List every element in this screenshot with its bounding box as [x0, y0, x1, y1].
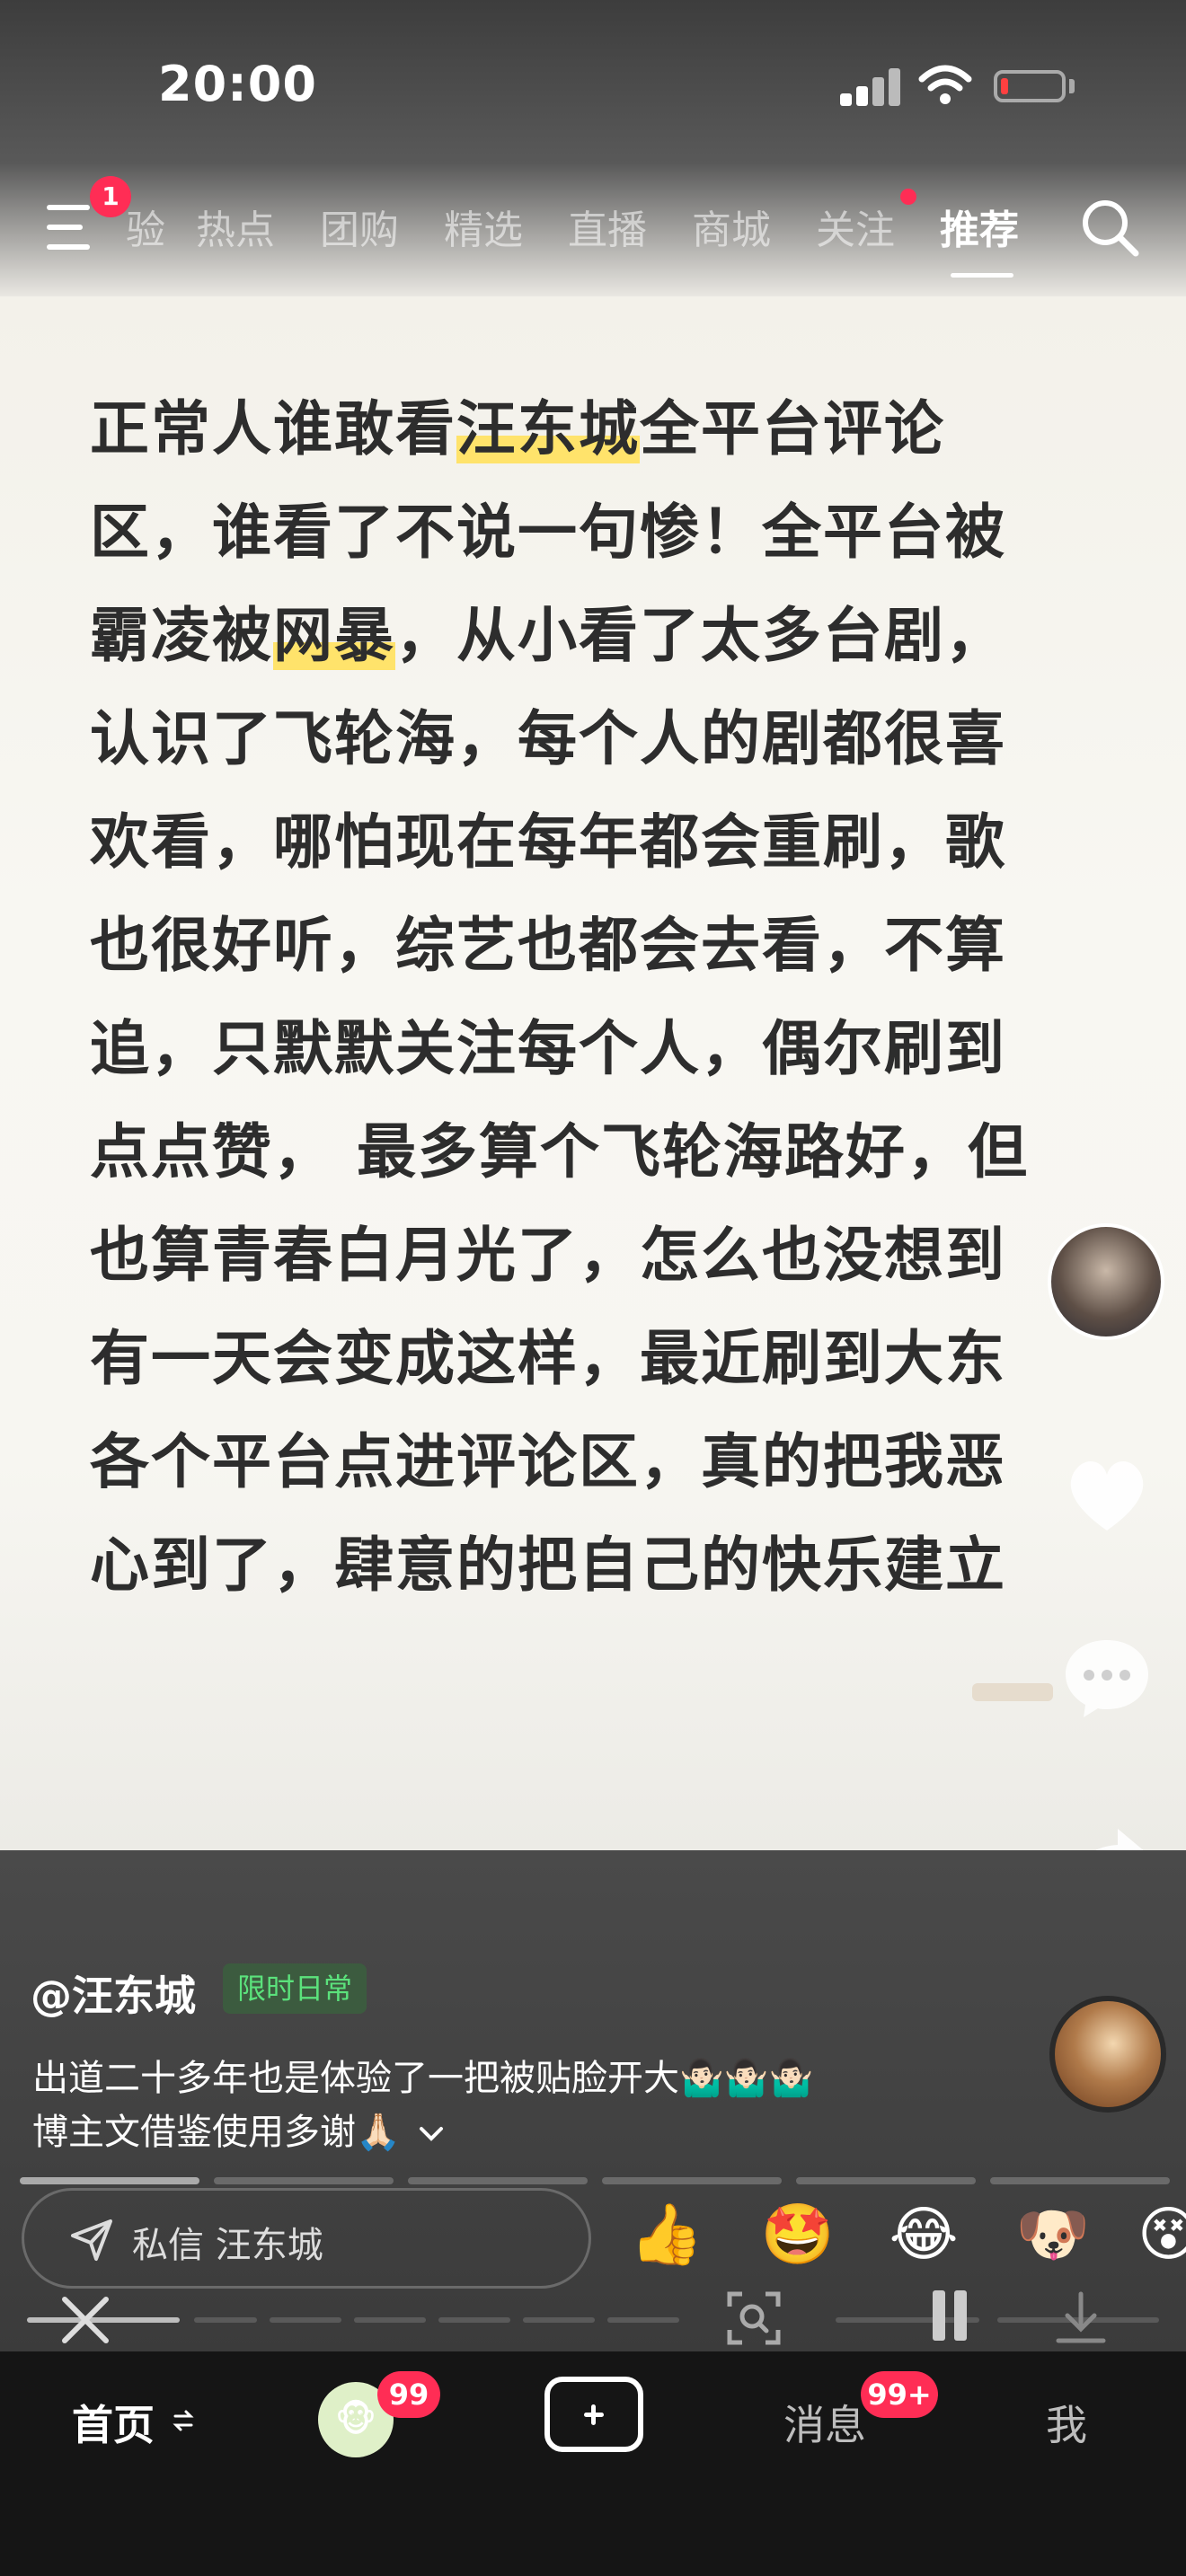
pause-icon[interactable]	[927, 2290, 972, 2344]
active-tab-indicator	[951, 273, 1013, 278]
post-line: 也很好听，综艺也都会去看，不算	[90, 911, 1006, 980]
tab-mall[interactable]: 商城	[692, 198, 771, 255]
download-icon[interactable]	[1051, 2289, 1111, 2348]
menu-button[interactable]	[47, 205, 97, 251]
dm-placeholder: 私信 汪东城	[132, 2225, 323, 2266]
battery-tip	[1069, 79, 1075, 93]
scan-search-icon[interactable]	[724, 2289, 783, 2348]
post-tag[interactable]: 限时日常	[223, 1963, 367, 2014]
status-bar: 20:00	[0, 0, 1186, 171]
dm-input[interactable]: 私信 汪东城	[22, 2188, 591, 2289]
comment-count-blurred	[972, 1683, 1053, 1701]
desc-line-2: 博主文借鉴使用多谢🙏🏻	[32, 2105, 1021, 2159]
tab-featured[interactable]: 精选	[444, 198, 523, 255]
tab-following[interactable]: 关注	[816, 198, 895, 255]
close-icon[interactable]	[54, 2289, 117, 2351]
highlight-name: 汪东城	[456, 394, 640, 463]
author-name[interactable]: @汪东城	[31, 1963, 196, 2023]
post-line: 点点赞， 最多算个飞轮海路好，但	[90, 1117, 1029, 1187]
comment-icon[interactable]	[1060, 1635, 1154, 1721]
post-line: 正常人谁敢看汪东城全平台评论	[90, 394, 945, 463]
search-icon[interactable]	[1078, 196, 1141, 259]
tab-groupbuy[interactable]: 团购	[320, 198, 399, 255]
emoji-doge[interactable]: 🐶	[1015, 2197, 1091, 2272]
heart-icon[interactable]	[1062, 1455, 1152, 1536]
author-avatar[interactable]	[1048, 1223, 1164, 1340]
send-icon	[71, 2219, 112, 2261]
music-disc-avatar[interactable]	[1049, 1996, 1166, 2113]
signal-icon	[840, 65, 903, 106]
tab-messages[interactable]: 消息	[783, 2393, 866, 2452]
create-button[interactable]	[544, 2377, 643, 2452]
emoji-thumbs-up[interactable]: 👍	[629, 2197, 704, 2272]
post-line: 心到了，肆意的把自己的快乐建立	[90, 1531, 1006, 1600]
post-description[interactable]: 出道二十多年也是体验了一把被贴脸开大🤷🏻‍♂️🤷🏻‍♂️🤷🏻‍♂️ 博主文借鉴使…	[32, 2051, 1021, 2159]
emoji-dizzy[interactable]: 😵	[1137, 2197, 1186, 2272]
wifi-icon	[918, 65, 972, 104]
post-line: 认识了飞轮海，每个人的剧都很喜	[90, 704, 1006, 773]
following-dot	[900, 189, 916, 205]
emoji-laughing[interactable]: 😂	[886, 2197, 961, 2272]
post-line: 追，只默默关注每个人，偶尔刷到	[90, 1014, 1006, 1083]
tab-home[interactable]: 首页	[72, 2393, 155, 2452]
video-scrubber[interactable]	[27, 2317, 1159, 2323]
post-line: 各个平台点进评论区，真的把我恶	[90, 1427, 1006, 1496]
tab-me[interactable]: 我	[1046, 2393, 1087, 2452]
emoji-star-eyes[interactable]: 🤩	[760, 2197, 836, 2272]
switch-icon[interactable]	[173, 2407, 194, 2434]
slide-progress	[20, 2177, 1170, 2184]
messages-badge: 99+	[861, 2371, 938, 2418]
tab-recommend[interactable]: 推荐	[940, 198, 1019, 255]
post-line: 欢看，哪怕现在每年都会重刷，歌	[90, 807, 1006, 877]
post-line: 也算青春白月光了，怎么也没想到	[90, 1221, 1006, 1290]
status-time: 20:00	[158, 56, 317, 112]
tab-live[interactable]: 直播	[568, 198, 647, 255]
desc-line-1: 出道二十多年也是体验了一把被贴脸开大🤷🏻‍♂️🤷🏻‍♂️🤷🏻‍♂️	[32, 2058, 814, 2099]
highlight-cyberbully: 网暴	[273, 601, 395, 670]
chevron-down-icon[interactable]	[418, 2124, 445, 2144]
post-line: 有一天会变成这样，最近刷到大东	[90, 1324, 1006, 1393]
post-line: 霸凌被网暴，从小看了太多台剧，	[90, 601, 1006, 670]
post-text: 正常人谁敢看汪东城全平台评论 区，谁看了不说一句惨！全平台被 霸凌被网暴，从小看…	[90, 377, 1087, 1617]
tab-hot[interactable]: 热点	[196, 198, 275, 255]
battery-icon	[994, 70, 1066, 102]
tab-partial[interactable]: 验	[126, 198, 165, 255]
friends-badge: 99	[377, 2371, 440, 2418]
post-line: 区，谁看了不说一句惨！全平台被	[90, 498, 1006, 567]
